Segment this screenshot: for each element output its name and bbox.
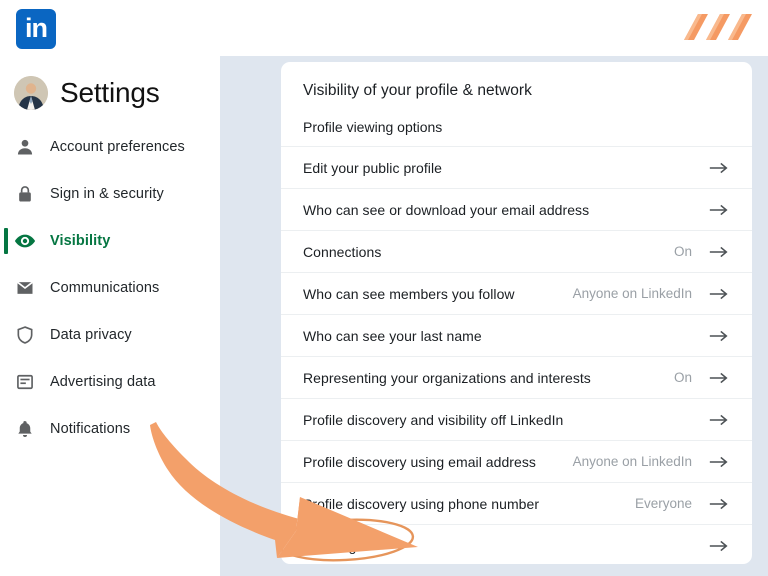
settings-row-email-address-visibility[interactable]: Who can see or download your email addre… <box>281 189 752 231</box>
chevron-right-icon[interactable] <box>708 370 730 386</box>
row-value: On <box>673 244 692 259</box>
sidebar-item-label: Communications <box>50 280 160 296</box>
settings-row-discovery-phone-number[interactable]: Profile discovery using phone number Eve… <box>281 483 752 525</box>
sidebar-item-account-preferences[interactable]: Account preferences <box>0 128 220 166</box>
chevron-right-icon[interactable] <box>708 496 730 512</box>
bell-icon <box>14 418 36 440</box>
row-label: Who can see your last name <box>303 327 482 344</box>
settings-row-who-can-see-your-last-name[interactable]: Who can see your last name <box>281 315 752 357</box>
sidebar-item-label: Sign in & security <box>50 186 164 202</box>
chevron-right-icon[interactable] <box>708 160 730 176</box>
card-title: Visibility of your profile & network <box>303 82 532 99</box>
settings-row-list: Edit your public profile Who can see or … <box>281 146 752 564</box>
row-value: Anyone on LinkedIn <box>572 454 692 469</box>
row-label: Who can see or download your email addre… <box>303 201 590 218</box>
chevron-right-icon[interactable] <box>708 202 730 218</box>
row-label: Profile discovery and visibility off Lin… <box>303 411 564 428</box>
sidebar-nav: Account preferences Sign in & security V… <box>0 128 220 448</box>
section-heading: Profile viewing options <box>303 119 443 135</box>
sidebar-item-label: Data privacy <box>50 327 132 343</box>
avatar-image <box>14 76 48 110</box>
chevron-right-icon[interactable] <box>708 286 730 302</box>
chevron-right-icon[interactable] <box>708 244 730 260</box>
sidebar-item-label: Notifications <box>50 421 131 437</box>
card-icon <box>14 371 36 393</box>
settings-row-blocking[interactable]: Blocking <box>281 525 752 564</box>
page-title: Settings <box>60 77 160 108</box>
sidebar-item-visibility[interactable]: Visibility <box>0 222 220 260</box>
row-label: Representing your organizations and inte… <box>303 369 591 386</box>
settings-row-connections[interactable]: Connections On <box>281 231 752 273</box>
sidebar-item-sign-in-security[interactable]: Sign in & security <box>0 175 220 213</box>
settings-row-profile-discovery-off-linkedin[interactable]: Profile discovery and visibility off Lin… <box>281 399 752 441</box>
sidebar-item-advertising-data[interactable]: Advertising data <box>0 363 220 401</box>
shield-icon <box>14 324 36 346</box>
chevron-right-icon[interactable] <box>708 328 730 344</box>
row-value: Anyone on LinkedIn <box>572 286 692 301</box>
sidebar-header: Settings <box>0 56 220 110</box>
chevron-right-icon[interactable] <box>708 538 730 554</box>
settings-row-who-can-see-members-you-follow[interactable]: Who can see members you follow Anyone on… <box>281 273 752 315</box>
sidebar-item-label: Account preferences <box>50 139 185 155</box>
row-label: Who can see members you follow <box>303 285 515 302</box>
envelope-icon <box>14 277 36 299</box>
linkedin-logo[interactable]: in <box>16 9 56 49</box>
chevron-right-icon[interactable] <box>708 454 730 470</box>
person-icon <box>14 136 36 158</box>
profile-avatar[interactable] <box>14 76 48 110</box>
chevron-right-icon[interactable] <box>708 412 730 428</box>
settings-row-discovery-email-address[interactable]: Profile discovery using email address An… <box>281 441 752 483</box>
sidebar-item-label: Visibility <box>50 233 111 249</box>
settings-sidebar: Settings Account preferences Sign in & s… <box>0 56 220 576</box>
sidebar-item-notifications[interactable]: Notifications <box>0 410 220 448</box>
sidebar-item-data-privacy[interactable]: Data privacy <box>0 316 220 354</box>
eye-icon <box>14 230 36 252</box>
decorative-stripes-icon <box>684 14 752 40</box>
sidebar-item-communications[interactable]: Communications <box>0 269 220 307</box>
visibility-settings-card: Visibility of your profile & network Pro… <box>281 62 752 564</box>
row-label: Edit your public profile <box>303 159 442 176</box>
settings-row-edit-public-profile[interactable]: Edit your public profile <box>281 147 752 189</box>
settings-row-representing-organizations[interactable]: Representing your organizations and inte… <box>281 357 752 399</box>
row-value: On <box>673 370 692 385</box>
sidebar-item-label: Advertising data <box>50 374 156 390</box>
row-value: Everyone <box>634 496 692 511</box>
row-label: Profile discovery using email address <box>303 453 536 470</box>
row-label: Blocking <box>303 538 357 554</box>
lock-icon <box>14 183 36 205</box>
top-header-bar: in <box>0 0 768 56</box>
row-label: Profile discovery using phone number <box>303 495 540 512</box>
row-label: Connections <box>303 243 382 260</box>
